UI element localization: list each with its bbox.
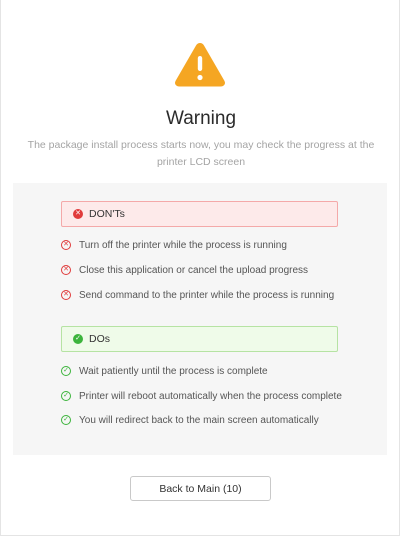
x-circle-icon: ✕ (61, 290, 71, 300)
x-circle-icon: ✕ (61, 240, 71, 250)
dont-item-text: Turn off the printer while the process i… (79, 239, 287, 251)
x-circle-icon: ✕ (61, 265, 71, 275)
page-subtitle: The package install process starts now, … (27, 139, 375, 168)
do-item-text: Printer will reboot automatically when t… (79, 390, 342, 402)
do-item: ✓ Printer will reboot automatically when… (61, 389, 342, 403)
page-title: Warning (165, 108, 237, 129)
dos-banner: ✓ DOs (61, 326, 338, 352)
do-item-text: You will redirect back to the main scree… (79, 414, 319, 426)
dont-item-text: Close this application or cancel the upl… (79, 264, 309, 276)
check-circle-icon: ✓ (61, 415, 71, 425)
check-circle-icon: ✓ (61, 366, 71, 376)
dont-item: ✕ Send command to the printer while the … (61, 288, 334, 302)
check-circle-icon: ✓ (61, 391, 71, 401)
do-item: ✓ Wait patiently until the process is co… (61, 364, 268, 378)
back-to-main-button[interactable]: Back to Main (10) (130, 476, 271, 501)
dos-label: DOs (89, 333, 110, 345)
warning-triangle-icon (175, 43, 225, 87)
dont-item: ✕ Close this application or cancel the u… (61, 263, 308, 277)
dont-item: ✕ Turn off the printer while the process… (61, 238, 287, 252)
warning-dialog: Warning The package install process star… (0, 0, 400, 536)
x-circle-icon: ✕ (73, 209, 83, 219)
do-item-text: Wait patiently until the process is comp… (79, 365, 268, 377)
donts-banner: ✕ DON'Ts (61, 201, 338, 227)
check-circle-icon: ✓ (73, 334, 83, 344)
donts-label: DON'Ts (89, 208, 125, 220)
dont-item-text: Send command to the printer while the pr… (79, 289, 335, 301)
do-item: ✓ You will redirect back to the main scr… (61, 413, 319, 427)
